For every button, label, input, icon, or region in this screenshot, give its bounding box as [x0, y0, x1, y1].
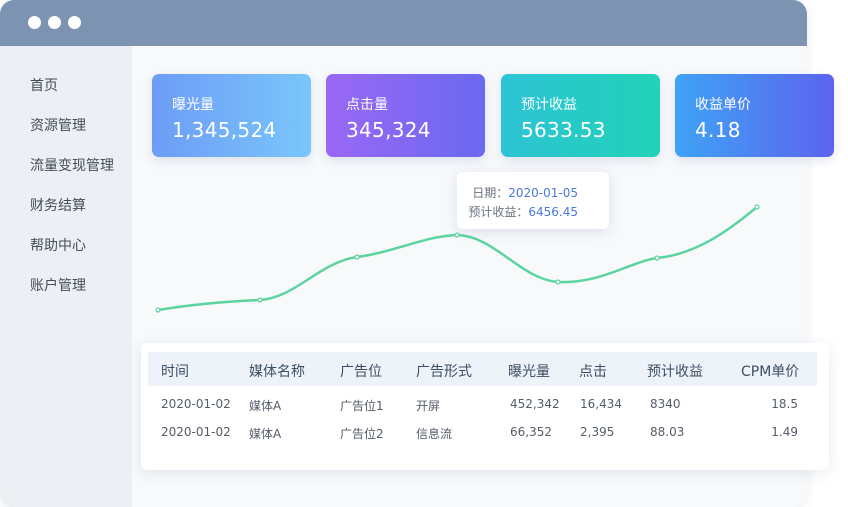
stat-label: 点击量	[346, 97, 388, 113]
tooltip-date-row: 日期：2020-01-05	[472, 184, 578, 201]
column-header-impressions: 曝光量	[508, 364, 550, 380]
stat-label: 预计收益	[521, 97, 577, 113]
tooltip-revenue-label: 预计收益：	[468, 205, 529, 219]
tooltip-revenue-row: 预计收益：6456.45	[468, 203, 578, 220]
sidebar-item-monetization[interactable]: 流量变现管理	[30, 155, 114, 175]
cell-format: 信息流	[416, 427, 453, 441]
sidebar: 首页 资源管理 流量变现管理 财务结算 帮助中心 账户管理	[0, 46, 132, 507]
column-header-time: 时间	[161, 364, 189, 380]
column-header-format: 广告形式	[416, 364, 472, 380]
stat-value: 345,324	[346, 118, 431, 142]
cell-media: 媒体A	[249, 399, 282, 413]
cell-impressions: 452,342	[510, 397, 560, 411]
cell-media: 媒体A	[249, 427, 282, 441]
cell-time: 2020-01-02	[161, 397, 231, 411]
stat-card-clicks[interactable]: 点击量 345,324	[326, 74, 485, 157]
sidebar-item-finance[interactable]: 财务结算	[30, 195, 86, 215]
window-maximize-dot[interactable]	[68, 16, 81, 29]
cell-format: 开屏	[416, 399, 441, 413]
column-header-revenue: 预计收益	[647, 364, 703, 380]
stat-label: 收益单价	[695, 97, 751, 113]
column-header-cpm: CPM单价	[741, 364, 800, 380]
cell-impressions: 66,352	[510, 425, 552, 439]
tooltip-date-label: 日期：	[472, 186, 509, 200]
tooltip-date-value: 2020-01-05	[508, 186, 578, 200]
stat-card-revenue[interactable]: 预计收益 5633.53	[501, 74, 660, 157]
cell-cpm: 18.5	[771, 397, 798, 411]
cell-clicks: 2,395	[580, 425, 615, 439]
window-minimize-dot[interactable]	[48, 16, 61, 29]
cell-time: 2020-01-02	[161, 425, 231, 439]
title-bar	[0, 0, 807, 46]
column-header-clicks: 点击	[579, 364, 607, 380]
sidebar-item-home[interactable]: 首页	[30, 75, 58, 95]
window-close-dot[interactable]	[28, 16, 41, 29]
stat-label: 曝光量	[172, 97, 214, 113]
cell-revenue: 8340	[650, 397, 681, 411]
cell-revenue: 88.03	[650, 425, 685, 439]
sidebar-item-resources[interactable]: 资源管理	[30, 115, 86, 135]
stat-value: 1,345,524	[172, 118, 277, 142]
sidebar-item-account[interactable]: 账户管理	[30, 275, 86, 295]
cell-cpm: 1.49	[771, 425, 798, 439]
tooltip-revenue-value: 6456.45	[528, 205, 578, 219]
stat-card-impressions[interactable]: 曝光量 1,345,524	[152, 74, 311, 157]
chart-tooltip: 日期：2020-01-05 预计收益：6456.45	[457, 172, 609, 229]
column-header-slot: 广告位	[340, 364, 382, 380]
stat-card-unit-price[interactable]: 收益单价 4.18	[675, 74, 834, 157]
sidebar-item-help[interactable]: 帮助中心	[30, 235, 86, 255]
column-header-media: 媒体名称	[249, 364, 305, 380]
stat-value: 5633.53	[521, 118, 606, 142]
cell-slot: 广告位2	[340, 427, 384, 441]
stat-value: 4.18	[695, 118, 741, 142]
cell-slot: 广告位1	[340, 399, 384, 413]
cell-clicks: 16,434	[580, 397, 622, 411]
